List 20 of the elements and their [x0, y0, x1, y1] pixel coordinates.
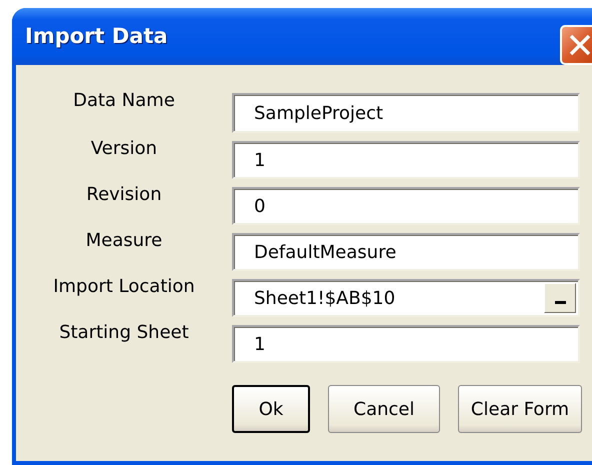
- input-field[interactable]: 1: [232, 325, 580, 363]
- input-field[interactable]: 1: [232, 141, 580, 179]
- range-field[interactable]: Sheet1!$AB$10: [232, 279, 580, 317]
- dialog-button[interactable]: Ok: [232, 385, 310, 433]
- range-select-button[interactable]: [544, 283, 576, 313]
- input-field[interactable]: SampleProject: [232, 93, 580, 133]
- dialog-button[interactable]: Cancel: [328, 385, 440, 433]
- close-button[interactable]: [560, 25, 592, 65]
- field-label: Revision: [85, 183, 163, 207]
- field-label: Measure: [84, 229, 164, 253]
- field-label: Version: [90, 137, 158, 161]
- input-field[interactable]: DefaultMeasure: [232, 233, 580, 271]
- window-title: Import Data: [25, 22, 168, 50]
- dialog-button[interactable]: Clear Form: [458, 385, 582, 433]
- field-label: Import Location: [52, 275, 196, 299]
- field-label: Starting Sheet: [58, 321, 190, 345]
- input-field[interactable]: 0: [232, 187, 580, 225]
- field-label: Data Name: [72, 89, 176, 113]
- collapse-icon: [554, 301, 566, 304]
- close-icon: [568, 33, 592, 58]
